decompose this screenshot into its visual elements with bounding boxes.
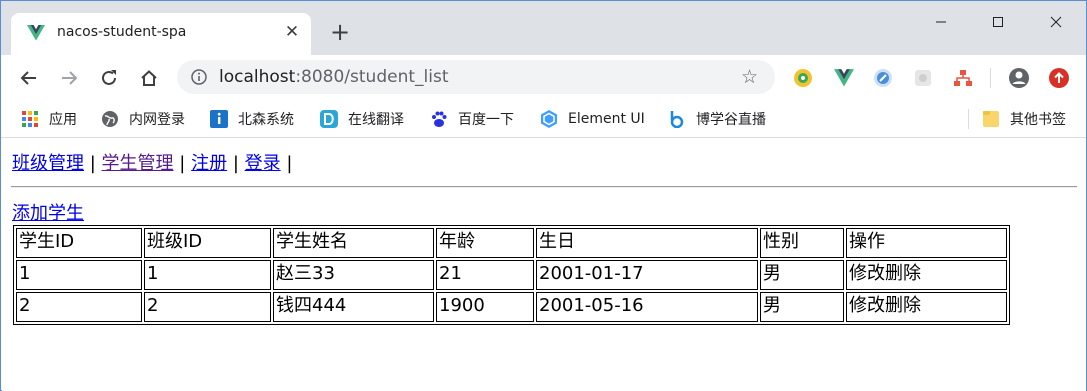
cell-gender: 男 [760,292,844,322]
nav-class-management-link[interactable]: 班级管理 [12,153,84,174]
bookmark-label: 在线翻译 [348,112,404,128]
table-row: 1 1 赵三33 21 2001-01-17 男 修改删除 [16,260,1007,290]
apps-grid-icon [21,110,39,128]
maximize-icon [993,17,1003,27]
table-header-row: 学生ID 班级ID 学生姓名 年龄 生日 性别 操作 [16,228,1007,258]
bookmark-label: 北森系统 [238,112,294,128]
vue-devtools-icon[interactable] [833,67,855,89]
bookmark-intranet-login[interactable]: 内网登录 [101,109,185,129]
bilibili-icon [668,110,686,128]
cell-student-name: 钱四444 [273,292,434,322]
nav-separator: | [232,153,239,174]
url-path: :8080/student_list [295,67,449,87]
browser-toolbar: localhost:8080/student_list ☆ [1,55,1086,100]
extension-translate-icon[interactable] [792,67,814,89]
profile-avatar-icon[interactable] [1008,67,1030,89]
add-student-link[interactable]: 添加学生 [12,202,84,226]
forward-arrow-icon [62,71,78,85]
globe-icon [101,110,119,128]
url-host: localhost [219,67,296,87]
header-birthday: 生日 [536,228,758,258]
new-tab-button[interactable]: + [327,19,353,45]
tab-close-icon[interactable]: ✕ [283,22,301,42]
url-text[interactable]: localhost:8080/student_list [219,67,449,87]
close-window-button[interactable] [1033,7,1079,37]
translate-d-icon [320,110,338,128]
extension-sitemap-icon[interactable] [952,67,974,89]
forward-button[interactable] [55,64,83,92]
site-info-icon[interactable] [191,69,207,85]
address-bar[interactable]: localhost:8080/student_list ☆ [177,60,775,94]
top-nav: 班级管理 | 学生管理 | 注册 | 登录 | [12,152,292,176]
tab-title: nacos-student-spa [57,24,187,40]
horizontal-rule [11,186,1077,188]
minimize-icon [936,21,946,23]
reload-icon [102,70,116,85]
cell-student-id: 1 [16,260,142,290]
extension-gray-icon[interactable] [912,67,934,89]
toolbar-divider [990,68,991,88]
nav-separator: | [286,153,293,174]
close-icon [1050,16,1062,28]
nav-student-management-link[interactable]: 学生管理 [102,153,174,174]
bookmark-label: 其他书签 [1010,112,1066,128]
vue-logo-icon [27,25,45,41]
bookmark-beisen[interactable]: 北森系统 [210,109,294,129]
cell-birthday: 2001-01-17 [536,260,758,290]
back-arrow-icon [20,71,36,85]
student-table: 学生ID 班级ID 学生姓名 年龄 生日 性别 操作 1 1 赵三33 21 2… [13,225,1010,325]
bookmark-star-icon[interactable]: ☆ [741,66,758,88]
bookmark-boxuegu-live[interactable]: 博学谷直播 [668,109,766,129]
nav-login-link[interactable]: 登录 [245,153,281,174]
bookmark-label: 博学谷直播 [696,112,766,128]
bookmark-label: 百度一下 [458,112,514,128]
nav-separator: | [89,153,96,174]
folder-icon [982,110,1000,128]
update-icon[interactable] [1048,67,1070,89]
bookmark-label: 应用 [49,112,77,128]
header-student-id: 学生ID [16,228,142,258]
nav-separator: | [179,153,186,174]
header-gender: 性别 [760,228,844,258]
cell-student-id: 2 [16,292,142,322]
table-row: 2 2 钱四444 1900 2001-05-16 男 修改删除 [16,292,1007,322]
bookmark-element-ui[interactable]: Element UI [540,109,645,129]
active-tab[interactable]: nacos-student-spa ✕ [11,13,311,55]
back-button[interactable] [15,64,43,92]
bookmark-baidu[interactable]: 百度一下 [430,109,514,129]
cell-age: 21 [436,260,534,290]
cell-class-id: 1 [144,260,271,290]
tab-strip: nacos-student-spa ✕ + [1,1,1086,55]
maximize-button[interactable] [975,7,1021,37]
cell-actions: 修改删除 [846,260,1007,290]
bookmark-other[interactable]: 其他书签 [982,109,1066,129]
cell-age: 1900 [436,292,534,322]
info-bookmark-icon [210,110,228,128]
cell-class-id: 2 [144,292,271,322]
header-age: 年龄 [436,228,534,258]
home-button[interactable] [135,64,163,92]
extension-blue-circle-icon[interactable] [872,67,894,89]
element-hex-icon [540,110,558,128]
bookmark-label: Element UI [568,111,645,127]
minimize-button[interactable] [918,7,964,37]
header-class-id: 班级ID [144,228,271,258]
bookmark-apps[interactable]: 应用 [21,109,77,129]
bookmark-online-translate[interactable]: 在线翻译 [320,109,404,129]
header-student-name: 学生姓名 [273,228,434,258]
cell-birthday: 2001-05-16 [536,292,758,322]
reload-button[interactable] [95,64,123,92]
bookmarks-bar: 应用 内网登录 北森系统 在线翻译 百度一下 Element UI 博学谷直播 … [1,100,1086,138]
browser-window: nacos-student-spa ✕ + localhost:8080/stu… [0,0,1087,391]
bookmark-label: 内网登录 [129,112,185,128]
cell-actions: 修改删除 [846,292,1007,322]
nav-register-link[interactable]: 注册 [191,153,227,174]
page-content: 班级管理 | 学生管理 | 注册 | 登录 | 添加学生 学生ID 班级ID 学… [2,139,1086,391]
cell-gender: 男 [760,260,844,290]
bookmarks-divider [968,109,969,129]
cell-student-name: 赵三33 [273,260,434,290]
baidu-paw-icon [430,110,448,128]
header-actions: 操作 [846,228,1007,258]
home-icon [141,70,157,86]
